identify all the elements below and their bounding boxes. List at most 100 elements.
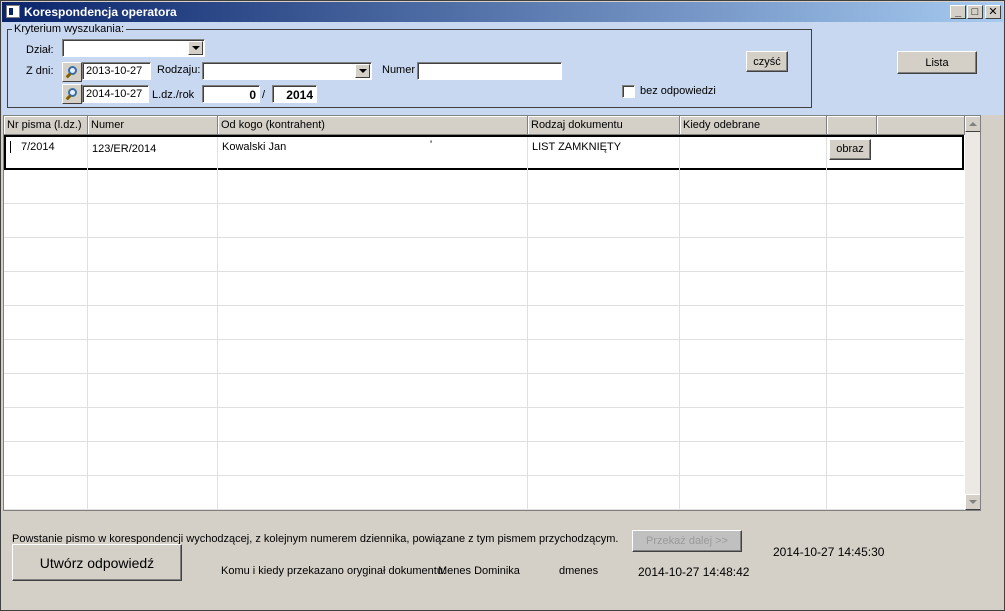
chevron-down-icon[interactable] bbox=[355, 64, 370, 78]
table-cell-empty bbox=[218, 170, 528, 204]
no-reply-checkbox[interactable] bbox=[622, 85, 635, 98]
table-cell-empty bbox=[4, 238, 88, 272]
cell-rodzaj: LIST ZAMKNIĘTY bbox=[528, 137, 680, 171]
vertical-scrollbar[interactable] bbox=[965, 116, 980, 510]
column-header-numer[interactable]: Numer bbox=[88, 116, 218, 135]
forward-button[interactable]: Przekaż dalej >> bbox=[632, 530, 742, 552]
rodzaju-select[interactable] bbox=[202, 62, 372, 80]
table-cell-empty bbox=[528, 204, 680, 238]
table-cell-empty bbox=[4, 340, 88, 374]
table-cell-empty bbox=[88, 306, 218, 340]
column-header-od-kogo[interactable]: Od kogo (kontrahent) bbox=[218, 116, 528, 135]
table-row-empty[interactable] bbox=[4, 476, 964, 510]
table-row-empty[interactable] bbox=[4, 442, 964, 476]
table-cell-empty bbox=[88, 272, 218, 306]
chevron-down-icon[interactable] bbox=[188, 41, 203, 55]
cell-numer: 123/ER/2014 bbox=[88, 137, 218, 171]
table-cell-empty bbox=[218, 408, 528, 442]
main-window: Korespondencja operatora _ □ ✕ Kryterium… bbox=[0, 0, 1005, 611]
zdni-label: Z dni: bbox=[26, 65, 54, 77]
table-cell-empty bbox=[680, 272, 827, 306]
cell-od-kogo: Kowalski Jan ' bbox=[218, 137, 528, 171]
ldz-number-field[interactable]: 0 bbox=[202, 85, 260, 103]
original-label: Komu i kiedy przekazano oryginał dokumen… bbox=[221, 565, 447, 577]
table-cell-empty bbox=[528, 238, 680, 272]
table-cell-empty bbox=[88, 204, 218, 238]
ldz-separator: / bbox=[262, 89, 266, 101]
obraz-button[interactable]: obraz bbox=[829, 139, 871, 160]
table-cell-empty bbox=[88, 442, 218, 476]
table-cell-empty bbox=[528, 340, 680, 374]
table-cell-empty bbox=[528, 408, 680, 442]
table-cell-empty bbox=[4, 204, 88, 238]
maximize-button[interactable]: □ bbox=[967, 5, 983, 19]
table-row-empty[interactable] bbox=[4, 306, 964, 340]
table-cell-empty bbox=[88, 408, 218, 442]
table-row-empty[interactable] bbox=[4, 408, 964, 442]
table-header: Nr pisma (l.dz.) Numer Od kogo (kontrahe… bbox=[4, 116, 980, 135]
handover-timestamp: 2014-10-27 14:48:42 bbox=[638, 565, 750, 579]
numer-field[interactable] bbox=[417, 62, 562, 80]
cell-action: obraz bbox=[827, 137, 964, 171]
ldz-year-field[interactable]: 2014 bbox=[272, 85, 317, 103]
create-reply-button[interactable]: Utwórz odpowiedź bbox=[12, 544, 182, 581]
app-icon bbox=[6, 5, 20, 18]
table-cell-empty bbox=[4, 374, 88, 408]
close-button[interactable]: ✕ bbox=[985, 5, 1001, 19]
table-cell-empty bbox=[680, 170, 827, 204]
column-header-kiedy[interactable]: Kiedy odebrane bbox=[680, 116, 827, 135]
date-to-picker-button[interactable] bbox=[62, 84, 82, 104]
table-cell-empty bbox=[680, 442, 827, 476]
table-row-empty[interactable] bbox=[4, 374, 964, 408]
table-cell-empty bbox=[528, 272, 680, 306]
table-cell-empty bbox=[218, 272, 528, 306]
title-bar[interactable]: Korespondencja operatora _ □ ✕ bbox=[2, 2, 1003, 22]
table-cell-empty bbox=[218, 306, 528, 340]
table-cell-empty bbox=[88, 340, 218, 374]
ldz-label: L.dz./rok bbox=[152, 89, 195, 101]
window-title: Korespondencja operatora bbox=[24, 5, 177, 19]
column-header-rodzaj[interactable]: Rodzaj dokumentu bbox=[528, 116, 680, 135]
date-from-picker-button[interactable] bbox=[62, 62, 82, 82]
cell-od-kogo-text: Kowalski Jan bbox=[222, 141, 287, 153]
table-cell-empty bbox=[4, 442, 88, 476]
date-to-field[interactable]: 2014-10-27 bbox=[82, 85, 149, 103]
table-row-empty[interactable] bbox=[4, 170, 964, 204]
table-cell-empty bbox=[218, 442, 528, 476]
dzial-label: Dział: bbox=[26, 44, 54, 56]
table-cell-empty bbox=[4, 272, 88, 306]
table-row-empty[interactable] bbox=[4, 272, 964, 306]
table-cell-empty bbox=[218, 238, 528, 272]
table-row[interactable]: 7/2014 123/ER/2014 Kowalski Jan ' LIST Z… bbox=[4, 135, 964, 171]
forward-timestamp: 2014-10-27 14:45:30 bbox=[773, 545, 885, 559]
cell-kiedy bbox=[680, 137, 827, 171]
text-cursor bbox=[10, 141, 11, 154]
table-row-empty[interactable] bbox=[4, 204, 964, 238]
table-row-empty[interactable] bbox=[4, 238, 964, 272]
column-header-nr[interactable]: Nr pisma (l.dz.) bbox=[4, 116, 88, 135]
cell-tick-mark: ' bbox=[430, 139, 433, 151]
no-reply-label: bez odpowiedzi bbox=[640, 85, 716, 97]
clear-button[interactable]: czyść bbox=[746, 51, 788, 72]
table-cell-empty bbox=[218, 204, 528, 238]
dzial-select[interactable] bbox=[62, 39, 205, 57]
table-row-empty[interactable] bbox=[4, 340, 964, 374]
table-cell-empty bbox=[680, 340, 827, 374]
column-header-action[interactable] bbox=[827, 116, 877, 135]
scroll-down-button[interactable] bbox=[965, 494, 980, 510]
cell-nr: 7/2014 bbox=[6, 137, 88, 171]
table-cell-empty bbox=[680, 408, 827, 442]
table-cell-empty bbox=[680, 374, 827, 408]
column-header-filler bbox=[877, 116, 965, 135]
list-button[interactable]: Lista bbox=[897, 51, 977, 74]
criteria-legend: Kryterium wyszukania: bbox=[12, 23, 127, 35]
table-cell-empty bbox=[4, 476, 88, 510]
minimize-button[interactable]: _ bbox=[950, 5, 966, 19]
date-from-field[interactable]: 2013-10-27 bbox=[82, 62, 151, 80]
recipient-login: dmenes bbox=[559, 565, 599, 577]
table-cell-empty bbox=[218, 374, 528, 408]
scroll-up-button[interactable] bbox=[965, 116, 980, 132]
rodzaju-label: Rodzaju: bbox=[157, 64, 201, 76]
table-cell-empty bbox=[218, 476, 528, 510]
table-cell-empty bbox=[680, 306, 827, 340]
